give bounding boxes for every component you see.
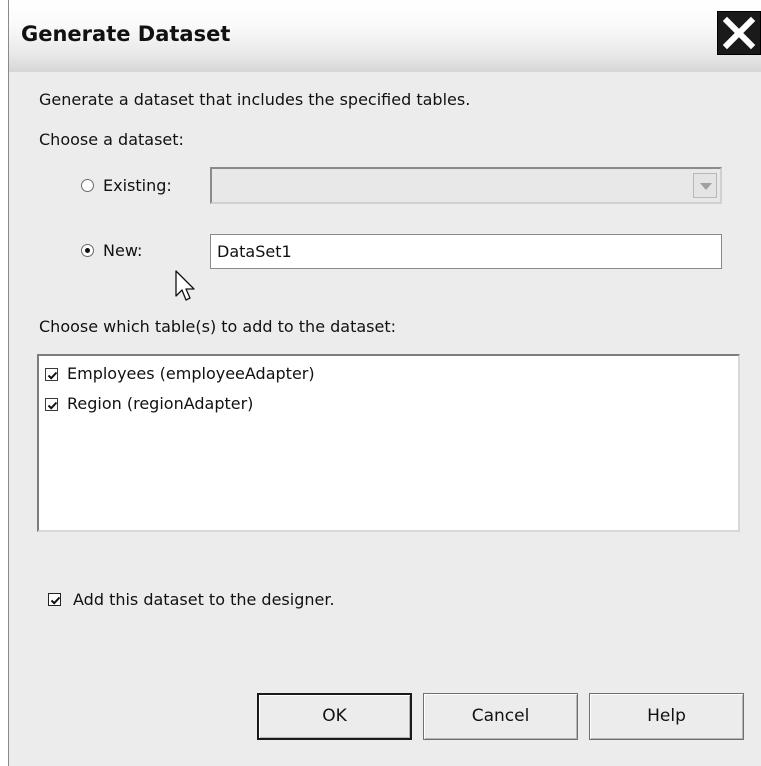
table-label: Employees (employeeAdapter): [67, 364, 315, 383]
chevron-down-icon: [700, 183, 712, 190]
checkmark-icon: [47, 401, 58, 410]
table-checkbox[interactable]: [45, 398, 58, 411]
intro-text: Generate a dataset that includes the spe…: [39, 90, 471, 109]
add-to-designer-checkbox[interactable]: [48, 593, 61, 606]
dropdown-arrow-button: [693, 173, 717, 198]
new-radio[interactable]: [81, 244, 94, 257]
new-label[interactable]: New:: [103, 241, 142, 260]
window-title: Generate Dataset: [21, 22, 231, 46]
ok-button[interactable]: OK: [257, 693, 412, 740]
existing-label[interactable]: Existing:: [103, 176, 172, 195]
checkmark-icon: [50, 596, 61, 605]
existing-radio[interactable]: [81, 179, 94, 192]
table-label: Region (regionAdapter): [67, 394, 254, 413]
mouse-pointer-icon: [175, 270, 195, 301]
tables-label: Choose which table(s) to add to the data…: [39, 317, 397, 336]
cancel-button[interactable]: Cancel: [423, 693, 578, 740]
existing-dataset-dropdown: [210, 167, 722, 204]
add-to-designer-label[interactable]: Add this dataset to the designer.: [73, 590, 335, 609]
title-bar[interactable]: Generate Dataset: [9, 0, 761, 72]
close-icon: [722, 16, 756, 50]
tables-checklist[interactable]: Employees (employeeAdapter) Region (regi…: [37, 354, 740, 532]
help-button[interactable]: Help: [589, 693, 744, 740]
generate-dataset-dialog: Generate Dataset Generate a dataset that…: [8, 0, 761, 766]
choose-dataset-label: Choose a dataset:: [39, 130, 184, 149]
close-button[interactable]: [717, 11, 761, 55]
new-dataset-name-input[interactable]: [210, 234, 722, 269]
table-checkbox[interactable]: [45, 368, 58, 381]
checkmark-icon: [47, 371, 58, 380]
